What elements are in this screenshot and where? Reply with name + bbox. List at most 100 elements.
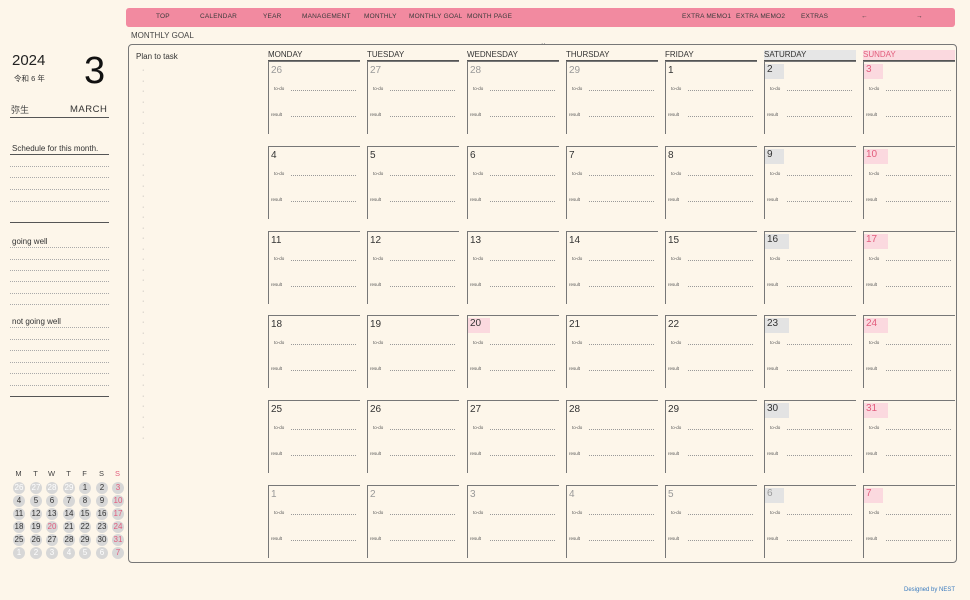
mini-calendar-day[interactable]: 13 <box>46 508 58 520</box>
day-cell[interactable]: 18 to-do result <box>268 315 360 388</box>
result-line[interactable] <box>490 286 555 287</box>
todo-line[interactable] <box>787 90 852 91</box>
day-cell[interactable]: 30 to-do result <box>764 400 856 473</box>
mini-calendar-day[interactable]: 7 <box>63 495 75 507</box>
day-cell[interactable]: 28 to-do result <box>467 61 559 134</box>
mini-calendar-day[interactable]: 6 <box>46 495 58 507</box>
mini-calendar-day[interactable]: 26 <box>30 534 42 546</box>
nav-item-top[interactable]: TOP <box>156 13 170 20</box>
day-cell[interactable]: 4 to-do result <box>566 485 658 558</box>
day-cell[interactable]: 26 to-do result <box>268 61 360 134</box>
mini-calendar-day[interactable]: 21 <box>63 521 75 533</box>
todo-line[interactable] <box>390 260 455 261</box>
monthly-goal-label[interactable]: MONTHLY GOAL <box>131 31 194 40</box>
todo-line[interactable] <box>886 514 951 515</box>
day-cell[interactable]: 3 to-do result <box>467 485 559 558</box>
mini-calendar-day[interactable]: 10 <box>112 495 124 507</box>
day-cell[interactable]: 27 to-do result <box>467 400 559 473</box>
day-cell[interactable]: 24 to-do result <box>863 315 955 388</box>
mini-calendar-day[interactable]: 4 <box>13 495 25 507</box>
day-cell[interactable]: 2 to-do result <box>764 61 856 134</box>
day-cell[interactable]: 4 to-do result <box>268 146 360 219</box>
mini-calendar-day[interactable]: 14 <box>63 508 75 520</box>
todo-line[interactable] <box>787 429 852 430</box>
day-cell[interactable]: 29 to-do result <box>665 400 757 473</box>
result-line[interactable] <box>390 540 455 541</box>
result-line[interactable] <box>589 370 654 371</box>
day-cell[interactable]: 7 to-do result <box>863 485 955 558</box>
result-line[interactable] <box>787 201 852 202</box>
result-line[interactable] <box>589 540 654 541</box>
todo-line[interactable] <box>490 429 555 430</box>
result-line[interactable] <box>787 116 852 117</box>
day-cell[interactable]: 1 to-do result <box>665 61 757 134</box>
mini-calendar-day[interactable]: 24 <box>112 521 124 533</box>
nav-item-extras[interactable]: EXTRAS <box>801 13 828 20</box>
nav-item-monthly[interactable]: MONTHLY <box>364 13 397 20</box>
result-line[interactable] <box>291 201 356 202</box>
next-arrow-icon[interactable]: → <box>916 13 923 20</box>
mini-calendar-day[interactable]: 2 <box>30 547 42 559</box>
result-line[interactable] <box>589 455 654 456</box>
todo-line[interactable] <box>688 429 753 430</box>
todo-line[interactable] <box>390 514 455 515</box>
day-cell[interactable]: 13 to-do result <box>467 231 559 304</box>
result-line[interactable] <box>787 455 852 456</box>
result-line[interactable] <box>688 201 753 202</box>
day-cell[interactable]: 6 to-do result <box>467 146 559 219</box>
todo-line[interactable] <box>589 260 654 261</box>
result-line[interactable] <box>291 286 356 287</box>
nav-item-monthly-goal[interactable]: MONTHLY GOAL <box>409 13 462 20</box>
result-line[interactable] <box>490 370 555 371</box>
todo-line[interactable] <box>490 90 555 91</box>
result-line[interactable] <box>688 455 753 456</box>
todo-line[interactable] <box>688 344 753 345</box>
nav-item-year[interactable]: YEAR <box>263 13 282 20</box>
day-cell[interactable]: 10 to-do result <box>863 146 955 219</box>
day-cell[interactable]: 5 to-do result <box>367 146 459 219</box>
mini-calendar-day[interactable]: 28 <box>46 482 58 494</box>
mini-calendar-day[interactable]: 11 <box>13 508 25 520</box>
nav-item-management[interactable]: MANAGEMENT <box>302 13 351 20</box>
todo-line[interactable] <box>787 344 852 345</box>
day-cell[interactable]: 25 to-do result <box>268 400 360 473</box>
day-cell[interactable]: 31 to-do result <box>863 400 955 473</box>
day-cell[interactable]: 1 to-do result <box>268 485 360 558</box>
todo-line[interactable] <box>589 344 654 345</box>
mini-calendar-day[interactable]: 3 <box>112 482 124 494</box>
day-cell[interactable]: 22 to-do result <box>665 315 757 388</box>
day-cell[interactable]: 5 to-do result <box>665 485 757 558</box>
result-line[interactable] <box>291 455 356 456</box>
mini-calendar-day[interactable]: 28 <box>63 534 75 546</box>
mini-calendar-day[interactable]: 6 <box>96 547 108 559</box>
mini-calendar-day[interactable]: 18 <box>13 521 25 533</box>
day-cell[interactable]: 8 to-do result <box>665 146 757 219</box>
result-line[interactable] <box>390 201 455 202</box>
day-cell[interactable]: 2 to-do result <box>367 485 459 558</box>
result-line[interactable] <box>291 116 356 117</box>
mini-calendar-day[interactable]: 26 <box>13 482 25 494</box>
result-line[interactable] <box>291 540 356 541</box>
todo-line[interactable] <box>688 90 753 91</box>
mini-calendar-day[interactable]: 30 <box>96 534 108 546</box>
todo-line[interactable] <box>787 260 852 261</box>
todo-line[interactable] <box>390 344 455 345</box>
result-line[interactable] <box>688 116 753 117</box>
result-line[interactable] <box>688 286 753 287</box>
todo-line[interactable] <box>688 260 753 261</box>
todo-line[interactable] <box>787 175 852 176</box>
result-line[interactable] <box>390 455 455 456</box>
nav-item-month-page[interactable]: MONTH PAGE <box>467 13 512 20</box>
todo-line[interactable] <box>589 514 654 515</box>
mini-calendar-day[interactable]: 1 <box>79 482 91 494</box>
result-line[interactable] <box>490 540 555 541</box>
day-cell[interactable]: 26 to-do result <box>367 400 459 473</box>
result-line[interactable] <box>787 286 852 287</box>
nav-item-calendar[interactable]: CALENDAR <box>200 13 237 20</box>
mini-calendar-day[interactable]: 25 <box>13 534 25 546</box>
mini-calendar-day[interactable]: 19 <box>30 521 42 533</box>
result-line[interactable] <box>589 201 654 202</box>
todo-line[interactable] <box>390 175 455 176</box>
todo-line[interactable] <box>886 175 951 176</box>
mini-calendar-day[interactable]: 5 <box>79 547 91 559</box>
